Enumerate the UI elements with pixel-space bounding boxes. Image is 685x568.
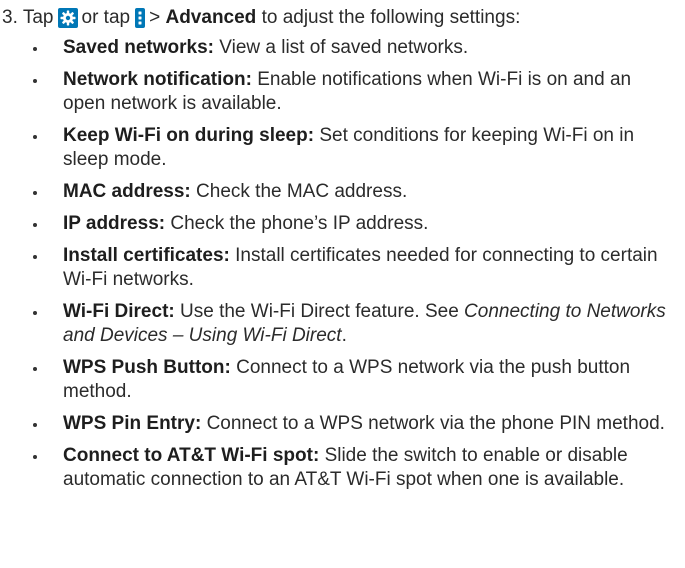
- gear-icon: [57, 8, 78, 28]
- item-desc: View a list of saved networks.: [219, 37, 469, 58]
- item-desc: Use the Wi-Fi Direct feature. See: [180, 301, 459, 322]
- step-advanced-label: Advanced: [165, 7, 257, 28]
- item-term: Wi-Fi Direct:: [63, 301, 175, 322]
- step-or-tap-text: or tap: [81, 7, 131, 28]
- item-term: WPS Push Button:: [63, 357, 231, 378]
- item-desc: Check the MAC address.: [196, 181, 408, 202]
- step-suffix-text: to adjust the following settings:: [261, 7, 521, 28]
- instructions-page: 3. Tap or tap > Advanced to adjust the f…: [0, 0, 685, 492]
- item-term: Install certificates:: [63, 245, 230, 266]
- item-term: Saved networks:: [63, 37, 214, 58]
- list-item: IP address: Check the phone’s IP address…: [29, 212, 677, 236]
- list-item: WPS Pin Entry: Connect to a WPS network …: [29, 412, 677, 436]
- item-term: MAC address:: [63, 181, 191, 202]
- list-item: Wi-Fi Direct: Use the Wi-Fi Direct featu…: [29, 300, 677, 348]
- item-term: Connect to AT&T Wi-Fi spot:: [63, 445, 320, 466]
- item-desc: Connect to a WPS network via the phone P…: [206, 413, 665, 434]
- step-number: 3.: [2, 7, 18, 28]
- item-desc: Check the phone’s IP address.: [170, 213, 429, 234]
- step-gt-symbol: >: [149, 7, 161, 28]
- list-item: Install certificates: Install certificat…: [29, 244, 677, 292]
- list-item: Saved networks: View a list of saved net…: [29, 36, 677, 60]
- menu-dots-icon: [135, 8, 146, 28]
- list-item: Connect to AT&T Wi-Fi spot: Slide the sw…: [29, 444, 677, 492]
- list-item: MAC address: Check the MAC address.: [29, 180, 677, 204]
- settings-list: Saved networks: View a list of saved net…: [2, 36, 677, 492]
- item-term: WPS Pin Entry:: [63, 413, 202, 434]
- item-term: Keep Wi-Fi on during sleep:: [63, 125, 315, 146]
- item-term: Network notification:: [63, 69, 252, 90]
- step-tap-text: Tap: [22, 7, 54, 28]
- list-item: WPS Push Button: Connect to a WPS networ…: [29, 356, 677, 404]
- step-3: 3. Tap or tap > Advanced to adjust the f…: [2, 4, 677, 32]
- item-term: IP address:: [63, 213, 166, 234]
- list-item: Keep Wi-Fi on during sleep: Set conditio…: [29, 124, 677, 172]
- list-item: Network notification: Enable notificatio…: [29, 68, 677, 116]
- item-end: .: [341, 325, 347, 346]
